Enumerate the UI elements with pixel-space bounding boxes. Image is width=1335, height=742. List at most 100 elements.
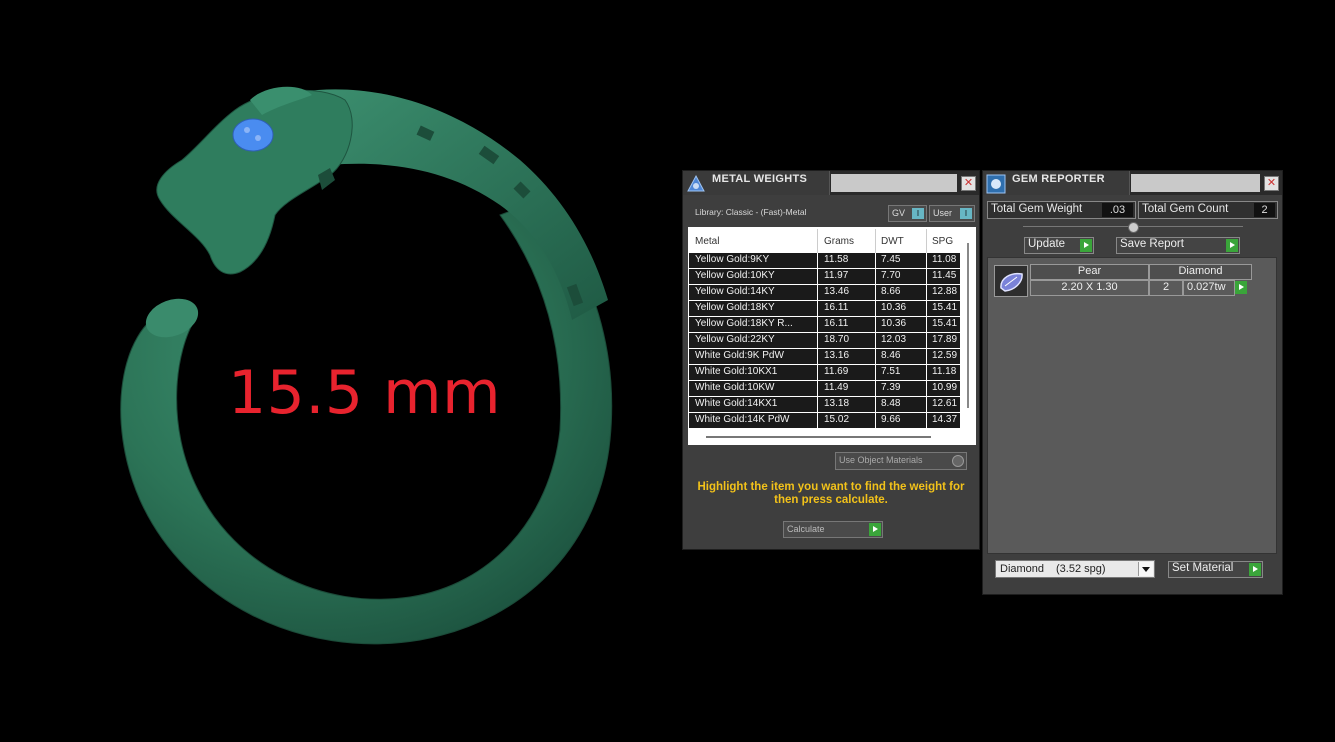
gem-row-play-icon[interactable] bbox=[1235, 281, 1247, 294]
grams-cell: 15.02 bbox=[824, 414, 850, 425]
dwt-cell: 7.51 bbox=[881, 366, 901, 377]
total-gem-weight-value: .03 bbox=[1102, 203, 1133, 217]
col-spg-header[interactable]: SPG bbox=[932, 236, 953, 247]
vertical-scrollbar[interactable] bbox=[967, 243, 969, 408]
table-row[interactable]: Yellow Gold:18KY 16.11 10.36 15.41 bbox=[689, 301, 960, 316]
table-row[interactable]: White Gold:10KW 11.49 7.39 10.99 bbox=[689, 381, 960, 396]
table-row[interactable]: Yellow Gold:22KY 18.70 12.03 17.89 bbox=[689, 333, 960, 348]
table-row[interactable]: Yellow Gold:9KY 11.58 7.45 11.08 bbox=[689, 253, 960, 268]
spg-cell: 14.37 bbox=[932, 414, 958, 425]
dwt-cell: 7.39 bbox=[881, 382, 901, 393]
total-gem-count-label: Total Gem Count bbox=[1142, 203, 1229, 215]
table-row[interactable]: White Gold:14K PdW 15.02 9.66 14.37 bbox=[689, 413, 960, 428]
gem-material-cell: Diamond bbox=[1149, 264, 1252, 280]
gem-reporter-titlebar[interactable]: GEM REPORTER ✕ bbox=[983, 171, 1282, 195]
metal-name-cell: White Gold:10KX1 bbox=[695, 366, 778, 377]
calculate-label: Calculate bbox=[787, 524, 825, 534]
pear-gem-icon[interactable] bbox=[994, 265, 1028, 297]
instruction-text: Highlight the item you want to find the … bbox=[697, 481, 965, 506]
update-button[interactable]: Update bbox=[1024, 237, 1094, 254]
update-label: Update bbox=[1028, 238, 1066, 250]
spg-cell: 11.45 bbox=[932, 270, 957, 281]
total-gem-count-value: 2 bbox=[1254, 203, 1275, 217]
gem-size-cell: 2.20 X 1.30 bbox=[1030, 280, 1149, 296]
play-icon bbox=[1226, 239, 1238, 252]
col-grams-header[interactable]: Grams bbox=[824, 236, 854, 247]
table-row[interactable]: Yellow Gold:14KY 13.46 8.66 12.88 bbox=[689, 285, 960, 300]
grams-cell: 11.97 bbox=[824, 270, 849, 281]
metal-table-header: Metal Grams DWT SPG bbox=[689, 229, 959, 253]
gem-eye bbox=[232, 118, 274, 152]
grams-cell: 11.49 bbox=[824, 382, 849, 393]
dwt-cell: 8.46 bbox=[881, 350, 901, 361]
gem-shape-cell: Pear bbox=[1030, 264, 1149, 280]
set-material-button[interactable]: Set Material bbox=[1168, 561, 1263, 578]
material-select[interactable]: Diamond (3.52 spg) bbox=[995, 560, 1155, 578]
radio-indicator bbox=[952, 455, 964, 467]
gv-toggle-label: GV bbox=[892, 208, 906, 218]
gv-toggle[interactable]: GV I bbox=[888, 205, 927, 222]
horizontal-scrollbar[interactable] bbox=[706, 436, 931, 438]
set-material-label: Set Material bbox=[1172, 562, 1234, 574]
gem-reporter-panel: GEM REPORTER ✕ Total Gem Weight .03 Tota… bbox=[982, 170, 1283, 595]
table-row[interactable]: White Gold:10KX1 11.69 7.51 11.18 bbox=[689, 365, 960, 380]
spg-cell: 11.18 bbox=[932, 366, 957, 377]
save-report-button[interactable]: Save Report bbox=[1116, 237, 1240, 254]
table-row[interactable]: White Gold:14KX1 13.18 8.48 12.61 bbox=[689, 397, 960, 412]
close-icon[interactable]: ✕ bbox=[1264, 176, 1279, 191]
grams-cell: 16.11 bbox=[824, 302, 849, 313]
metal-name-cell: White Gold:14KX1 bbox=[695, 398, 778, 409]
material-spg: (3.52 spg) bbox=[1056, 563, 1106, 575]
gem-reporter-app-icon bbox=[986, 174, 1006, 194]
table-row[interactable]: White Gold:9K PdW 13.16 8.46 12.59 bbox=[689, 349, 960, 364]
chevron-down-icon bbox=[1138, 562, 1153, 576]
use-object-materials-label: Use Object Materials bbox=[839, 455, 923, 465]
spg-cell: 12.61 bbox=[932, 398, 958, 409]
play-icon bbox=[1249, 563, 1261, 576]
metal-table-body: Yellow Gold:9KY 11.58 7.45 11.08 Yellow Gold… bbox=[689, 253, 960, 429]
gem-count-cell: 2 bbox=[1149, 280, 1183, 296]
metal-name-cell: White Gold:9K PdW bbox=[695, 350, 784, 361]
dwt-cell: 7.45 bbox=[881, 254, 901, 265]
gv-toggle-indicator: I bbox=[912, 208, 924, 219]
dwt-cell: 9.66 bbox=[881, 414, 901, 425]
metal-name-cell: Yellow Gold:18KY R... bbox=[695, 318, 793, 329]
metal-table[interactable]: Metal Grams DWT SPG Yellow Gold:9KY 11.58… bbox=[688, 227, 976, 445]
dwt-cell: 12.03 bbox=[881, 334, 907, 345]
spg-cell: 15.41 bbox=[932, 302, 958, 313]
metal-name-cell: Yellow Gold:10KY bbox=[695, 270, 775, 281]
metal-weights-panel: METAL WEIGHTS ✕ Library: Classic - (Fast… bbox=[682, 170, 980, 550]
play-icon bbox=[1080, 239, 1092, 252]
total-gem-weight-label: Total Gem Weight bbox=[991, 203, 1083, 215]
metal-name-cell: Yellow Gold:9KY bbox=[695, 254, 770, 265]
grams-cell: 13.46 bbox=[824, 286, 850, 297]
library-label: Library: Classic - (Fast)-Metal bbox=[695, 207, 807, 217]
grams-cell: 11.69 bbox=[824, 366, 849, 377]
metal-weights-title: METAL WEIGHTS bbox=[712, 173, 808, 185]
calculate-button[interactable]: Calculate bbox=[783, 521, 883, 538]
grams-cell: 13.16 bbox=[824, 350, 850, 361]
table-row[interactable]: Yellow Gold:18KY R... 16.11 10.36 15.41 bbox=[689, 317, 960, 332]
metal-name-cell: White Gold:14K PdW bbox=[695, 414, 790, 425]
spg-cell: 15.41 bbox=[932, 318, 958, 329]
col-metal-header[interactable]: Metal bbox=[695, 236, 719, 247]
gem-weight-cell: 0.027tw bbox=[1183, 280, 1235, 296]
grams-cell: 16.11 bbox=[824, 318, 849, 329]
user-toggle[interactable]: User I bbox=[929, 205, 975, 222]
user-toggle-indicator: I bbox=[960, 208, 972, 219]
spg-cell: 11.08 bbox=[932, 254, 957, 265]
close-icon[interactable]: ✕ bbox=[961, 176, 976, 191]
slider-knob[interactable] bbox=[1128, 222, 1139, 233]
use-object-materials-toggle[interactable]: Use Object Materials bbox=[835, 452, 967, 470]
metal-weights-app-icon bbox=[687, 174, 705, 192]
material-select-value: Diamond bbox=[1000, 563, 1045, 575]
table-row[interactable]: Yellow Gold:10KY 11.97 7.70 11.45 bbox=[689, 269, 960, 284]
spg-cell: 12.88 bbox=[932, 286, 958, 297]
user-toggle-label: User bbox=[933, 208, 953, 218]
col-dwt-header[interactable]: DWT bbox=[881, 236, 904, 247]
metal-weights-titlebar[interactable]: METAL WEIGHTS ✕ bbox=[683, 171, 979, 195]
grams-cell: 11.58 bbox=[824, 254, 849, 265]
total-gem-weight-field: Total Gem Weight .03 bbox=[987, 201, 1136, 219]
metal-name-cell: Yellow Gold:14KY bbox=[695, 286, 775, 297]
save-report-label: Save Report bbox=[1120, 238, 1184, 250]
